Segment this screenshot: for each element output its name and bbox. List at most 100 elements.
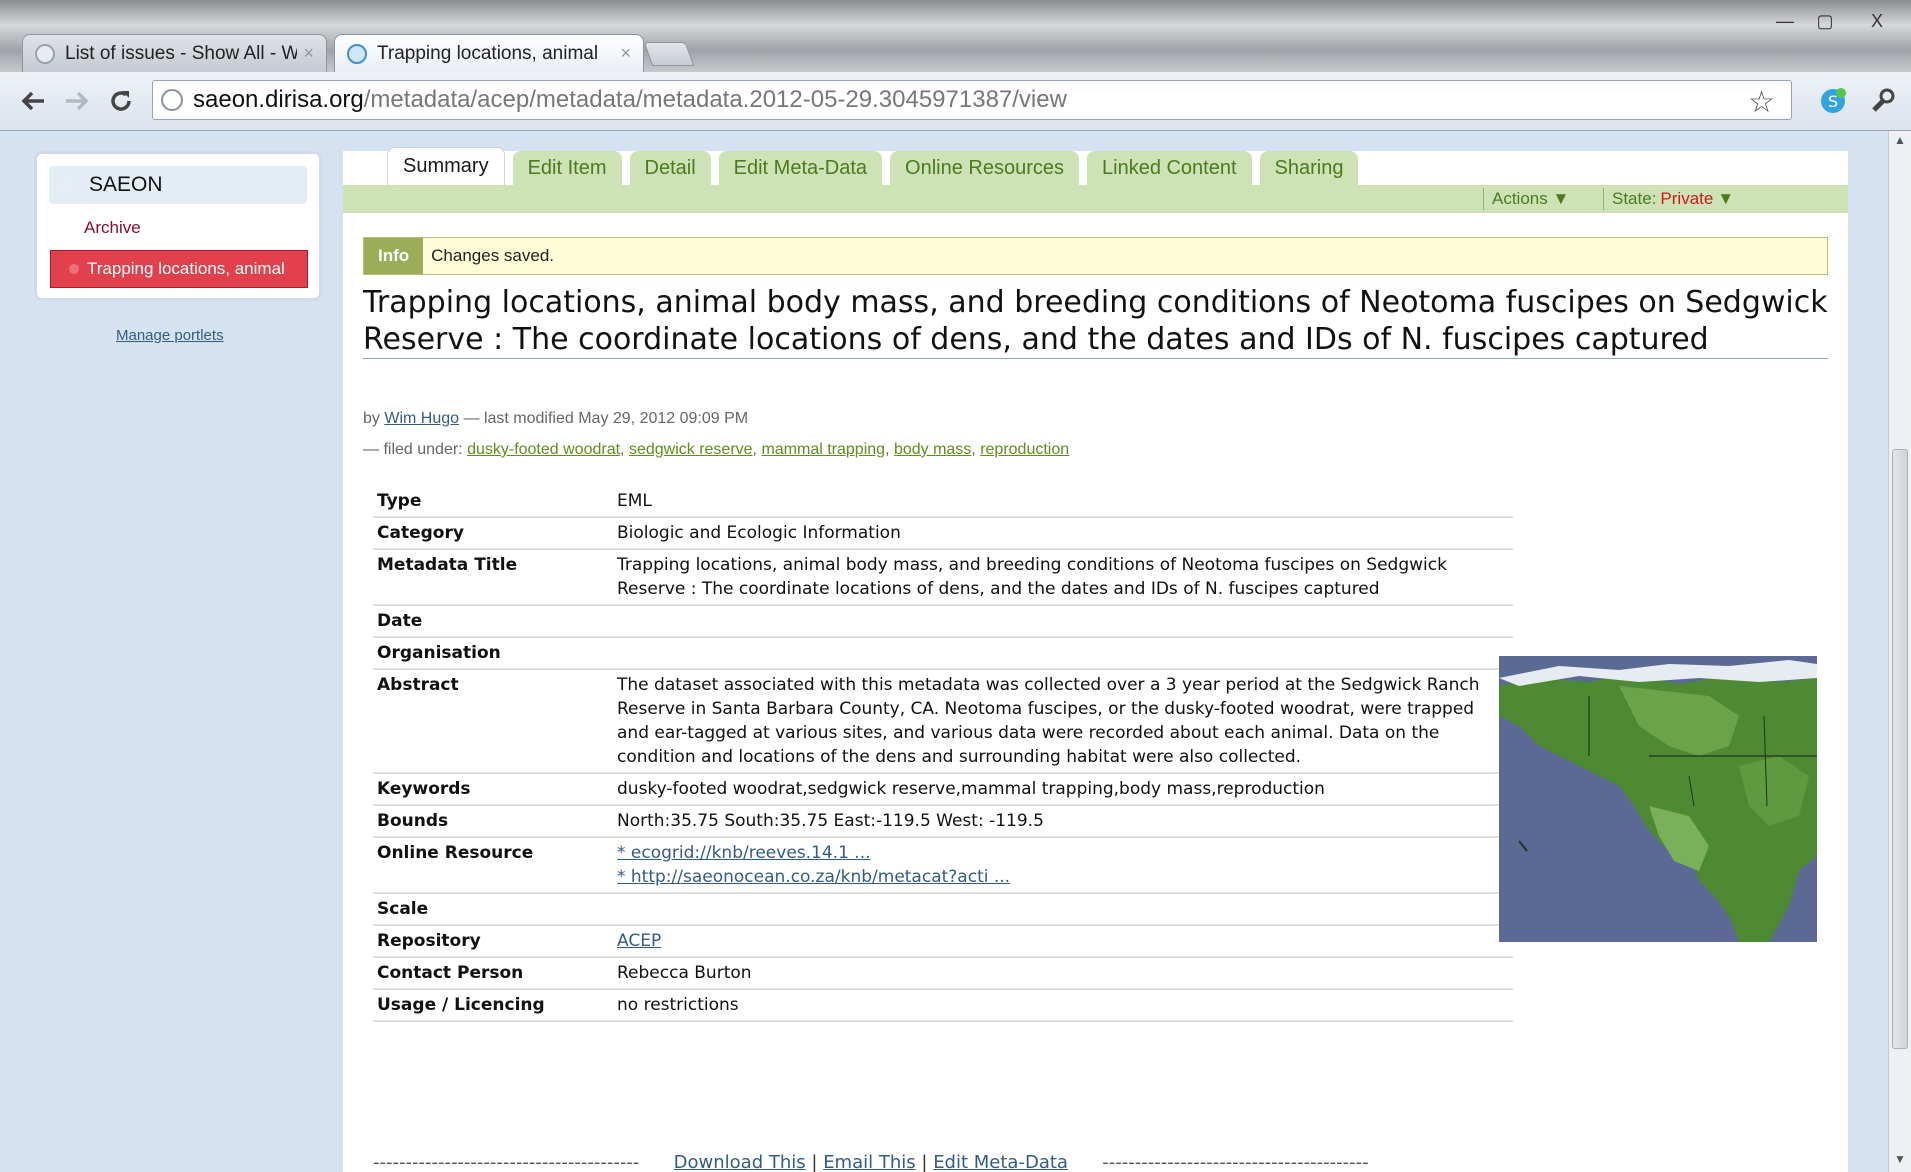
skype-extension-icon[interactable]: S bbox=[1818, 86, 1848, 116]
table-row: Date bbox=[373, 606, 1513, 638]
tag-link[interactable]: body mass bbox=[894, 441, 971, 458]
wrench-menu-icon[interactable] bbox=[1868, 86, 1898, 116]
table-row: Metadata Title Trapping locations, anima… bbox=[373, 550, 1513, 606]
portlet-header[interactable]: SAEON bbox=[49, 166, 307, 204]
close-tab-icon[interactable]: × bbox=[303, 43, 314, 64]
scrollbar-thumb[interactable] bbox=[1892, 449, 1908, 1049]
table-row: Scale bbox=[373, 894, 1513, 926]
separator: | bbox=[811, 1152, 818, 1172]
category-value: Biologic and Ecologic Information bbox=[613, 518, 1513, 550]
reload-icon bbox=[111, 91, 131, 111]
table-row: Usage / Licencing no restrictions bbox=[373, 990, 1513, 1022]
table-row: Repository ACEP bbox=[373, 926, 1513, 958]
portlet-bullet-icon bbox=[59, 180, 71, 190]
tab-edit-item[interactable]: Edit Item bbox=[512, 151, 622, 185]
browser-tab-title: Trapping locations, animal bbox=[377, 42, 599, 64]
state-menu[interactable]: State: Private ▼ bbox=[1603, 188, 1734, 210]
browser-tab-list-of-issues[interactable]: List of issues - Show All - W × bbox=[22, 34, 327, 72]
state-label: State: bbox=[1612, 189, 1657, 208]
keywords-label: Keywords bbox=[373, 774, 613, 806]
abstract-value: The dataset associated with this metadat… bbox=[613, 670, 1513, 774]
usage-licencing-label: Usage / Licencing bbox=[373, 990, 613, 1022]
author-link[interactable]: Wim Hugo bbox=[384, 410, 459, 427]
scroll-down-icon[interactable]: ▼ bbox=[1889, 1152, 1911, 1170]
table-row: Organisation bbox=[373, 638, 1513, 670]
document-byline: by Wim Hugo — last modified May 29, 2012… bbox=[363, 410, 748, 428]
email-this-link[interactable]: Email This bbox=[823, 1152, 915, 1172]
table-row: Category Biologic and Ecologic Informati… bbox=[373, 518, 1513, 550]
divider-dashes: ----------------------------------------… bbox=[373, 1152, 640, 1172]
online-resource-link[interactable]: * http://saeonocean.co.za/knb/metacat?ac… bbox=[617, 867, 1010, 887]
main-content: Summary Edit Item Detail Edit Meta-Data … bbox=[343, 147, 1848, 1172]
browser-tab-title: List of issues - Show All - W bbox=[65, 42, 298, 64]
bounds-label: Bounds bbox=[373, 806, 613, 838]
minimize-button[interactable]: — bbox=[1766, 8, 1804, 34]
online-resource-label: Online Resource bbox=[373, 838, 613, 894]
svg-text:S: S bbox=[1828, 92, 1838, 111]
tag-link[interactable]: reproduction bbox=[980, 441, 1069, 458]
url-host: saeon.dirisa.org bbox=[193, 86, 364, 113]
portlet-title: SAEON bbox=[89, 173, 163, 196]
maximize-button[interactable]: ▢ bbox=[1806, 8, 1844, 34]
table-row: Bounds North:35.75 South:35.75 East:-119… bbox=[373, 806, 1513, 838]
download-this-link[interactable]: Download This bbox=[674, 1152, 806, 1172]
page-viewport: SAEON Archive Trapping locations, animal… bbox=[0, 131, 1889, 1172]
tab-edit-meta-data[interactable]: Edit Meta-Data bbox=[718, 151, 883, 185]
forward-button[interactable] bbox=[60, 84, 94, 118]
tab-online-resources[interactable]: Online Resources bbox=[890, 151, 1079, 185]
current-bullet-icon bbox=[69, 264, 79, 274]
action-bar: Actions ▼ State: Private ▼ bbox=[343, 185, 1848, 213]
info-text: Changes saved. bbox=[431, 246, 555, 265]
metadata-title-value: Trapping locations, animal body mass, an… bbox=[613, 550, 1513, 606]
repository-link[interactable]: ACEP bbox=[617, 931, 661, 951]
usage-licencing-value: no restrictions bbox=[613, 990, 1513, 1022]
page-info-icon[interactable] bbox=[161, 89, 183, 111]
back-button[interactable] bbox=[16, 84, 50, 118]
online-resource-link[interactable]: * ecogrid://knb/reeves.14.1 ... bbox=[617, 843, 871, 863]
vertical-scrollbar[interactable]: ▲ ▼ bbox=[1888, 131, 1911, 1172]
reload-button[interactable] bbox=[104, 84, 138, 118]
metadata-table: Type EML Category Biologic and Ecologic … bbox=[373, 486, 1513, 1022]
bookmark-star-icon[interactable]: ☆ bbox=[1748, 85, 1775, 120]
tab-linked-content[interactable]: Linked Content bbox=[1087, 151, 1252, 185]
document-actions: ----------------------------------------… bbox=[373, 1152, 1369, 1172]
tag-link[interactable]: sedgwick reserve bbox=[629, 441, 753, 458]
tab-detail[interactable]: Detail bbox=[629, 151, 711, 185]
new-tab-button[interactable] bbox=[643, 42, 695, 66]
page-title: Trapping locations, animal body mass, an… bbox=[363, 285, 1828, 359]
tab-sharing[interactable]: Sharing bbox=[1259, 151, 1359, 185]
separator: | bbox=[921, 1152, 928, 1172]
manage-portlets-link[interactable]: Manage portlets bbox=[116, 327, 224, 344]
category-label: Category bbox=[373, 518, 613, 550]
table-row: Abstract The dataset associated with thi… bbox=[373, 670, 1513, 774]
online-resource-value: * ecogrid://knb/reeves.14.1 ... * http:/… bbox=[613, 838, 1513, 894]
current-item-link[interactable]: Trapping locations, animal bbox=[50, 250, 308, 288]
chevron-down-icon: ▼ bbox=[1717, 189, 1735, 208]
arrow-left-icon bbox=[21, 91, 44, 111]
close-tab-icon[interactable]: × bbox=[620, 43, 631, 64]
bounds-value: North:35.75 South:35.75 East:-119.5 West… bbox=[613, 806, 1513, 838]
repository-value: ACEP bbox=[613, 926, 1513, 958]
bounds-map-image bbox=[1499, 656, 1817, 942]
scale-label: Scale bbox=[373, 894, 613, 926]
browser-tab-trapping-locations[interactable]: Trapping locations, animal × bbox=[334, 34, 644, 72]
keywords-value: dusky-footed woodrat,sedgwick reserve,ma… bbox=[613, 774, 1513, 806]
browser-titlebar: List of issues - Show All - W × Trapping… bbox=[0, 0, 1911, 72]
contact-person-label: Contact Person bbox=[373, 958, 613, 990]
archive-link[interactable]: Archive bbox=[84, 218, 141, 238]
tag-link[interactable]: dusky-footed woodrat bbox=[467, 441, 620, 458]
tab-summary[interactable]: Summary bbox=[387, 147, 505, 185]
by-prefix: by bbox=[363, 410, 380, 427]
tag-link[interactable]: mammal trapping bbox=[761, 441, 885, 458]
browser-toolbar: saeon.dirisa.org/metadata/acep/metadata/… bbox=[0, 72, 1911, 131]
actions-menu[interactable]: Actions ▼ bbox=[1483, 188, 1569, 210]
divider-dashes: ----------------------------------------… bbox=[1102, 1152, 1369, 1172]
navigation-portlet: SAEON Archive Trapping locations, animal bbox=[34, 151, 322, 301]
scroll-up-icon[interactable]: ▲ bbox=[1889, 133, 1911, 151]
organisation-label: Organisation bbox=[373, 638, 613, 670]
close-window-button[interactable]: X bbox=[1858, 8, 1896, 34]
edit-meta-data-link[interactable]: Edit Meta-Data bbox=[933, 1152, 1068, 1172]
info-label: Info bbox=[364, 238, 424, 274]
address-bar[interactable]: saeon.dirisa.org/metadata/acep/metadata/… bbox=[152, 80, 1792, 120]
url-path: /metadata/acep/metadata/metadata.2012-05… bbox=[363, 86, 1067, 113]
